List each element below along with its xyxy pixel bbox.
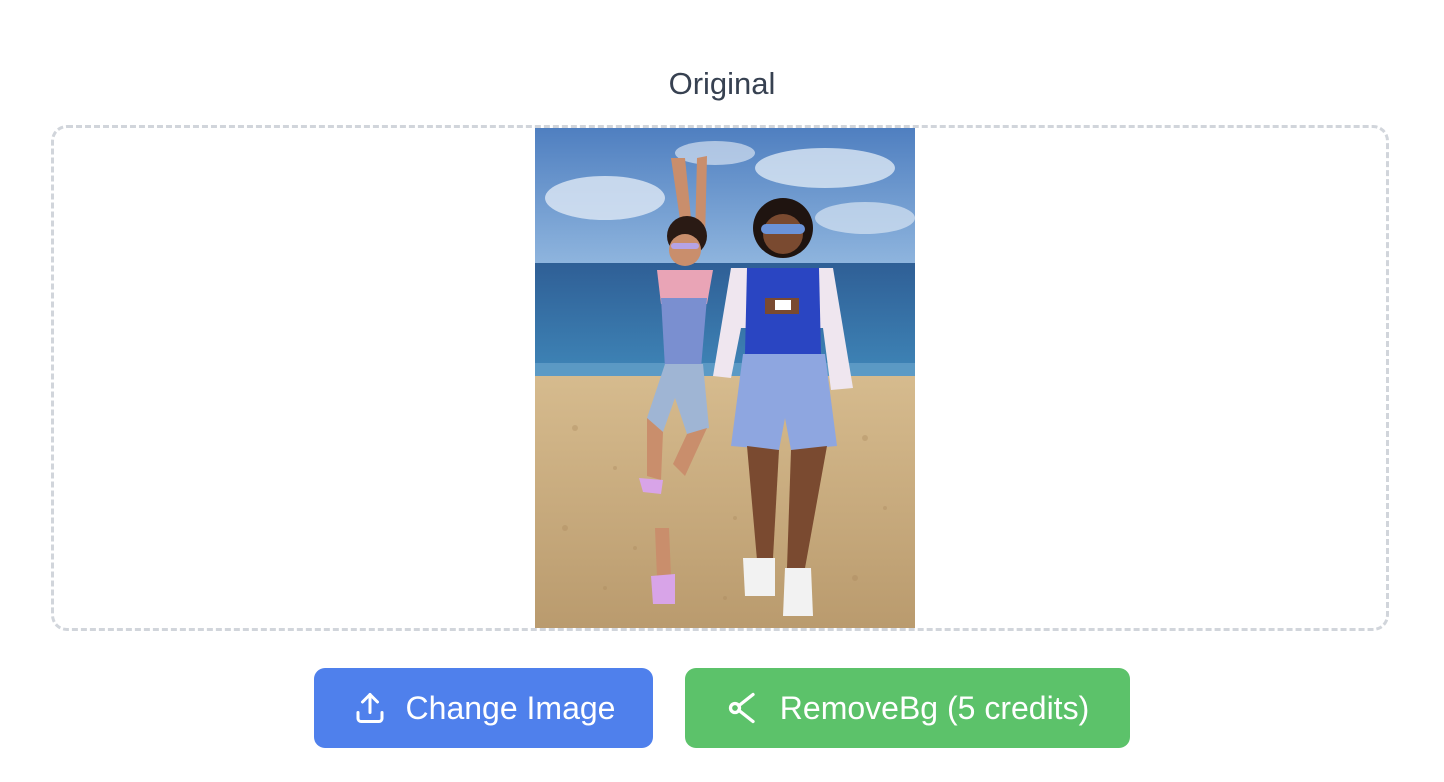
panel-title: Original	[668, 66, 776, 101]
change-image-button[interactable]: Change Image	[314, 668, 653, 748]
image-dropzone[interactable]	[51, 125, 1389, 631]
scissors-icon	[726, 690, 762, 726]
page: Original Change Image RemoveBg (5 credit…	[0, 0, 1444, 782]
remove-background-label: RemoveBg (5 credits)	[779, 689, 1090, 726]
original-image	[535, 128, 915, 628]
change-image-label: Change Image	[405, 689, 616, 726]
upload-icon	[352, 690, 388, 726]
beach-photo-illustration	[535, 128, 915, 628]
remove-background-button[interactable]: RemoveBg (5 credits)	[685, 668, 1130, 748]
